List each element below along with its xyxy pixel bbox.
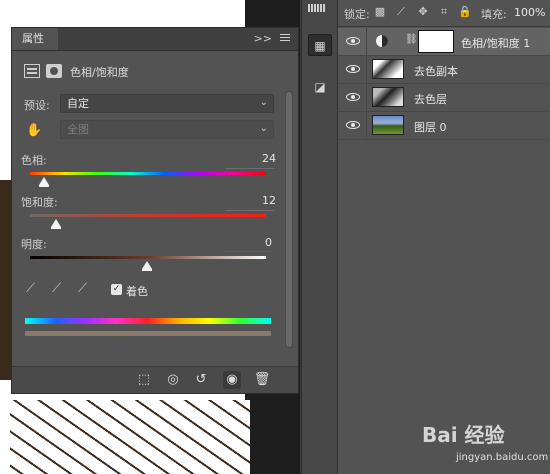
lightness-value[interactable]: 0: [242, 236, 272, 249]
lightness-slider-thumb[interactable]: [142, 261, 152, 271]
fill-value[interactable]: 100%: [514, 6, 545, 19]
channel-dropdown: 全图 ⌄: [60, 120, 274, 139]
lock-artboard-icon[interactable]: ⌗: [438, 6, 450, 18]
hue-saturation-adjustment-icon[interactable]: [24, 64, 40, 78]
lock-transparent-icon[interactable]: ▩: [374, 6, 386, 18]
lightness-label: 明度:: [21, 238, 47, 251]
layer-divider: [366, 56, 367, 83]
saturation-gradient-bar: [30, 214, 266, 217]
tab-properties[interactable]: 属性: [12, 28, 58, 50]
colorize-label: 着色: [126, 285, 148, 298]
layers-lock-bar: 锁定: ▩ ⟋ ✥ ⌗ 🔒 填充: 100%: [338, 0, 550, 27]
eye-icon[interactable]: [346, 92, 360, 102]
layer-row[interactable]: ⛓ 色相/饱和度 1: [338, 28, 550, 56]
layer-divider: [366, 28, 367, 55]
channel-value: 全图: [67, 123, 89, 136]
properties-scrollbar[interactable]: [285, 90, 293, 348]
eye-icon[interactable]: [346, 64, 360, 74]
watermark-url: jingyan.baidu.com: [456, 452, 549, 463]
chevron-down-icon: ⌄: [259, 123, 268, 134]
panel-dock-column: ▦ ◪: [301, 0, 338, 474]
link-icon[interactable]: ⛓: [405, 34, 418, 45]
saturation-label: 饱和度:: [21, 196, 58, 209]
adjustment-title: 色相/饱和度: [70, 66, 129, 79]
chevron-down-icon: ⌄: [259, 97, 268, 108]
colorize-checkbox[interactable]: ✓: [111, 284, 122, 295]
view-previous-state-icon[interactable]: ◎: [164, 371, 182, 389]
lightness-value-underline: [225, 251, 275, 252]
layer-thumbnail: [372, 59, 404, 79]
hue-label: 色相:: [21, 154, 47, 167]
saturation-value[interactable]: 12: [246, 194, 276, 207]
layer-row[interactable]: 去色副本: [338, 56, 550, 84]
preset-value: 自定: [67, 97, 89, 110]
saturation-slider-thumb[interactable]: [51, 219, 61, 229]
lightness-gradient-bar: [30, 256, 266, 259]
lock-all-icon[interactable]: 🔒: [458, 6, 472, 18]
mask-thumbnail[interactable]: [418, 30, 454, 53]
lock-label: 锁定:: [344, 8, 370, 21]
properties-dock-icon[interactable]: ▦: [308, 34, 332, 56]
adjustments-dock-icon[interactable]: ◪: [308, 76, 332, 98]
layer-thumbnail: [372, 87, 404, 107]
layers-panel: 锁定: ▩ ⟋ ✥ ⌗ 🔒 填充: 100% ⛓ 色相/饱和度 1 去色副本 去…: [338, 0, 550, 474]
collapse-panel-icon[interactable]: >>: [254, 32, 272, 45]
fill-label: 填充:: [481, 8, 507, 21]
layer-name: 图层 0: [414, 121, 447, 134]
eye-icon[interactable]: [346, 36, 360, 46]
preset-label: 预设:: [24, 99, 50, 112]
hue-value[interactable]: 24: [246, 152, 276, 165]
clip-to-layer-icon[interactable]: ⬚: [135, 371, 153, 389]
lock-image-icon[interactable]: ⟋: [395, 6, 407, 18]
layer-name: 去色层: [414, 93, 447, 106]
preset-dropdown[interactable]: 自定 ⌄: [60, 94, 274, 113]
toggle-visibility-icon[interactable]: ◉: [223, 371, 241, 389]
eyedropper-icon[interactable]: ⟋: [26, 281, 42, 299]
hue-gradient-bar: [30, 172, 266, 175]
lock-position-icon[interactable]: ✥: [417, 6, 429, 18]
properties-panel: 属性 >> 色相/饱和度 预设: 自定 ⌄ ✋ 全图 ⌄ 色相: 24 饱和度:…: [11, 27, 299, 394]
output-spectrum-bar: [25, 331, 271, 336]
layer-mask-icon[interactable]: [46, 64, 62, 78]
eyedropper-plus-icon[interactable]: ⟋: [52, 281, 68, 299]
layer-divider: [366, 112, 367, 139]
saturation-value-underline: [225, 210, 275, 211]
eyedropper-minus-icon[interactable]: ⟋: [78, 281, 94, 299]
reset-icon[interactable]: ↺: [192, 371, 210, 389]
trash-icon[interactable]: 🗑: [253, 371, 271, 389]
eye-icon[interactable]: [346, 120, 360, 130]
adjustment-layer-icon: [376, 35, 388, 47]
histogram-icon[interactable]: [308, 2, 332, 12]
targeted-adjustment-hand-icon[interactable]: ✋: [26, 123, 42, 139]
hue-value-underline: [225, 168, 275, 169]
hue-slider-thumb[interactable]: [39, 177, 49, 187]
input-spectrum-bar: [25, 318, 271, 324]
layer-divider: [366, 84, 367, 111]
canvas-texture: [10, 400, 250, 474]
watermark-logo: Bai 经验: [422, 423, 505, 447]
layer-row[interactable]: 图层 0: [338, 112, 550, 140]
layer-thumbnail: [372, 115, 404, 135]
properties-tabbar: 属性 >>: [12, 28, 298, 51]
properties-footer: ⬚ ◎ ↺ ◉ 🗑: [12, 366, 298, 393]
watermark-text: Bai 经验: [422, 423, 505, 447]
panel-menu-icon[interactable]: [280, 34, 290, 42]
layer-name: 去色副本: [414, 65, 458, 78]
layer-row[interactable]: 去色层: [338, 84, 550, 112]
layer-name: 色相/饱和度 1: [461, 37, 531, 50]
